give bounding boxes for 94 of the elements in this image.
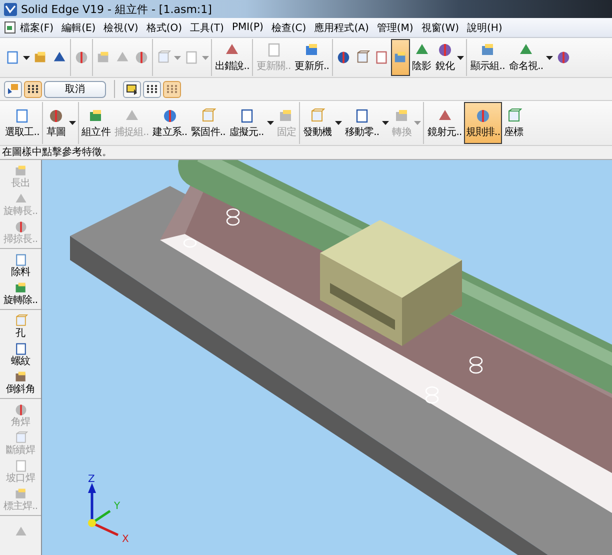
menu-item[interactable]: 檔案(F) xyxy=(16,20,58,34)
tool-icon xyxy=(14,252,28,266)
command-bar-button[interactable] xyxy=(4,80,22,98)
menu-item[interactable]: PMI(P) xyxy=(228,22,268,33)
tool-icon xyxy=(156,50,171,65)
tool-icon xyxy=(266,42,282,58)
part-select-icon xyxy=(7,83,19,95)
tool-icon xyxy=(374,50,390,65)
menu-item[interactable]: 說明(H) xyxy=(463,20,506,34)
feature-button[interactable]: 孔 xyxy=(0,312,41,340)
toolbar-button[interactable]: 銳化 xyxy=(433,39,456,76)
menu-item[interactable]: 編輯(E) xyxy=(58,20,100,34)
tool-icon xyxy=(14,430,28,444)
toolbar-button[interactable]: 規則排.. xyxy=(464,102,502,144)
tool-icon xyxy=(48,108,64,124)
toolbar-button[interactable]: 虛擬元.. xyxy=(227,102,266,144)
feature-button[interactable]: 倒斜角 xyxy=(0,368,41,396)
toolbar-button[interactable]: 出錯說.. xyxy=(213,39,252,76)
dot-grid-icon xyxy=(27,84,39,94)
toolbar-button[interactable]: 座標 xyxy=(502,102,526,144)
feature-button[interactable]: 旋轉除.. xyxy=(0,279,41,307)
toolbar-button[interactable]: 建立系.. xyxy=(150,102,190,144)
dropdown-caret-icon[interactable] xyxy=(334,121,342,125)
tool-icon xyxy=(14,342,28,356)
tool-icon xyxy=(506,108,522,124)
toolbar-button[interactable]: 組立件 xyxy=(80,102,112,144)
dropdown-caret-icon[interactable] xyxy=(68,121,76,125)
tool-icon xyxy=(14,314,28,328)
toolbar-icon-button[interactable] xyxy=(391,39,410,76)
tool-icon xyxy=(238,108,255,124)
tool-icon xyxy=(556,50,572,65)
menu-item[interactable]: 檢視(V) xyxy=(100,20,142,34)
tool-icon xyxy=(14,458,28,472)
tool-icon xyxy=(14,402,28,416)
feature-button[interactable]: 螺紋 xyxy=(0,340,41,368)
tool-icon xyxy=(33,50,48,65)
tool-icon xyxy=(394,108,410,124)
tool-icon xyxy=(200,108,216,124)
tool-icon xyxy=(474,108,491,124)
menu-item[interactable]: 格式(O) xyxy=(142,20,186,34)
toolbar-button[interactable]: 發動機 xyxy=(301,102,334,144)
toolbar-button[interactable]: 鏡射元.. xyxy=(425,102,464,144)
tool-icon xyxy=(74,50,89,65)
tool-icon xyxy=(5,50,20,65)
dot-grid-icon xyxy=(146,84,158,94)
tool-icon xyxy=(134,50,149,65)
tool-icon xyxy=(355,50,370,65)
command-bar-button[interactable] xyxy=(24,80,42,98)
dropdown-caret-icon[interactable] xyxy=(23,56,30,60)
tool-icon xyxy=(336,50,352,65)
tool-icon xyxy=(480,42,496,58)
tool-icon xyxy=(309,108,326,124)
menu-item[interactable]: 工具(T) xyxy=(186,20,228,34)
tool-icon xyxy=(14,108,30,124)
dot-grid-icon xyxy=(166,84,178,94)
tool-icon xyxy=(162,108,178,124)
dropdown-caret-icon[interactable] xyxy=(382,121,390,125)
tool-icon xyxy=(14,280,28,294)
menu-item[interactable]: 應用程式(A) xyxy=(310,20,373,34)
toolbar-button[interactable]: 選取工.. xyxy=(3,102,42,144)
feature-button[interactable]: 除料 xyxy=(0,251,41,279)
dropdown-caret-icon[interactable] xyxy=(457,56,464,60)
menu-item[interactable]: 檢查(C) xyxy=(267,20,310,34)
toolbar-button[interactable]: 顯示組.. xyxy=(468,39,507,76)
toolbar-button[interactable]: 緊固件.. xyxy=(189,102,228,144)
tool-icon xyxy=(436,42,453,58)
tool-icon xyxy=(14,192,28,206)
document-icon xyxy=(4,21,16,34)
tool-icon xyxy=(88,108,104,124)
tool-icon xyxy=(304,42,320,58)
window-title: Solid Edge V19 - 組立件 - [1.asm:1] xyxy=(21,2,212,16)
select-box-icon xyxy=(126,83,138,95)
tool-icon xyxy=(354,108,370,124)
toolbar-button[interactable]: 移動零.. xyxy=(342,102,382,144)
app-logo-icon xyxy=(4,2,17,16)
prompt-text: 在圖樣中點擊參考特徵。 xyxy=(0,146,612,160)
tool-icon xyxy=(14,220,28,234)
dropdown-caret-icon[interactable] xyxy=(266,121,274,125)
menu-item[interactable]: 視窗(W) xyxy=(417,20,463,34)
tool-icon xyxy=(14,370,28,384)
tool-icon xyxy=(14,486,28,500)
command-bar-button[interactable] xyxy=(123,80,141,98)
tool-icon xyxy=(96,50,111,65)
axis-triad-drawing: Z Y X xyxy=(78,473,138,543)
toolbar-button[interactable]: 命名視.. xyxy=(506,39,546,76)
dropdown-caret-icon[interactable] xyxy=(546,56,554,60)
menu-item[interactable]: 管理(M) xyxy=(372,20,418,34)
toolbar-button[interactable]: 陰影 xyxy=(410,39,434,76)
toolbar-button[interactable]: 草圖 xyxy=(44,102,68,144)
toolbar-button[interactable]: 更新所.. xyxy=(292,39,332,76)
tool-icon xyxy=(14,164,28,178)
tool-icon xyxy=(184,50,199,65)
command-bar-button[interactable] xyxy=(143,80,161,98)
cancel-button[interactable]: 取消 xyxy=(44,80,106,98)
